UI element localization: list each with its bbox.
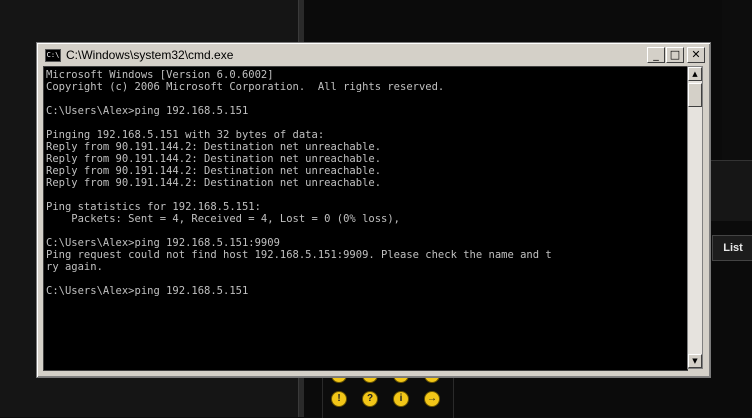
help-icon[interactable]: ? — [362, 391, 378, 407]
console-line: C:\Users\Alex>ping 192.168.5.151:9909 — [46, 237, 280, 249]
info-icon[interactable]: i — [393, 391, 409, 407]
scroll-down-button[interactable]: ▼ — [688, 354, 702, 368]
console-line: Microsoft Windows [Version 6.0.6002] — [46, 69, 274, 81]
console-output[interactable]: Microsoft Windows [Version 6.0.6002] Cop… — [43, 66, 688, 371]
console-line: Copyright (c) 2006 Microsoft Corporation… — [46, 81, 445, 93]
window-controls: _ □ ✕ — [647, 47, 705, 63]
arrow-right-icon[interactable]: → — [424, 391, 440, 407]
console-line: Reply from 90.191.144.2: Destination net… — [46, 141, 382, 153]
console-line: Reply from 90.191.144.2: Destination net… — [46, 153, 382, 165]
cmd-window: C:\ C:\Windows\system32\cmd.exe _ □ ✕ Mi… — [36, 42, 711, 378]
console-line: Packets: Sent = 4, Received = 4, Lost = … — [46, 213, 401, 225]
minimize-button[interactable]: _ — [647, 47, 665, 63]
list-tab[interactable]: List — [712, 235, 752, 261]
vertical-scrollbar[interactable]: ▲ ▼ — [687, 66, 703, 369]
console-line: Ping statistics for 192.168.5.151: — [46, 201, 261, 213]
console-line: C:\Users\Alex>ping 192.168.5.151 — [46, 105, 249, 117]
background-right-stripe — [722, 0, 752, 160]
console-text[interactable]: Microsoft Windows [Version 6.0.6002] Cop… — [44, 67, 687, 297]
background-band — [710, 160, 752, 221]
close-button[interactable]: ✕ — [687, 47, 705, 63]
warning-icon[interactable]: ! — [331, 391, 347, 407]
console-line: C:\Users\Alex>ping 192.168.5.151 — [46, 285, 249, 297]
console-line: Reply from 90.191.144.2: Destination net… — [46, 165, 382, 177]
window-title: C:\Windows\system32\cmd.exe — [66, 48, 234, 62]
scroll-thumb[interactable] — [688, 83, 702, 107]
console-line: Reply from 90.191.144.2: Destination net… — [46, 177, 382, 189]
cmd-icon[interactable]: C:\ — [45, 48, 61, 62]
console-line: Ping request could not find host 192.168… — [46, 249, 552, 261]
maximize-button[interactable]: □ — [666, 47, 684, 63]
console-line: ry again. — [46, 261, 103, 273]
console-line: Pinging 192.168.5.151 with 32 bytes of d… — [46, 129, 325, 141]
scroll-up-button[interactable]: ▲ — [688, 67, 702, 81]
title-bar[interactable]: C:\ C:\Windows\system32\cmd.exe _ □ ✕ — [40, 46, 707, 64]
